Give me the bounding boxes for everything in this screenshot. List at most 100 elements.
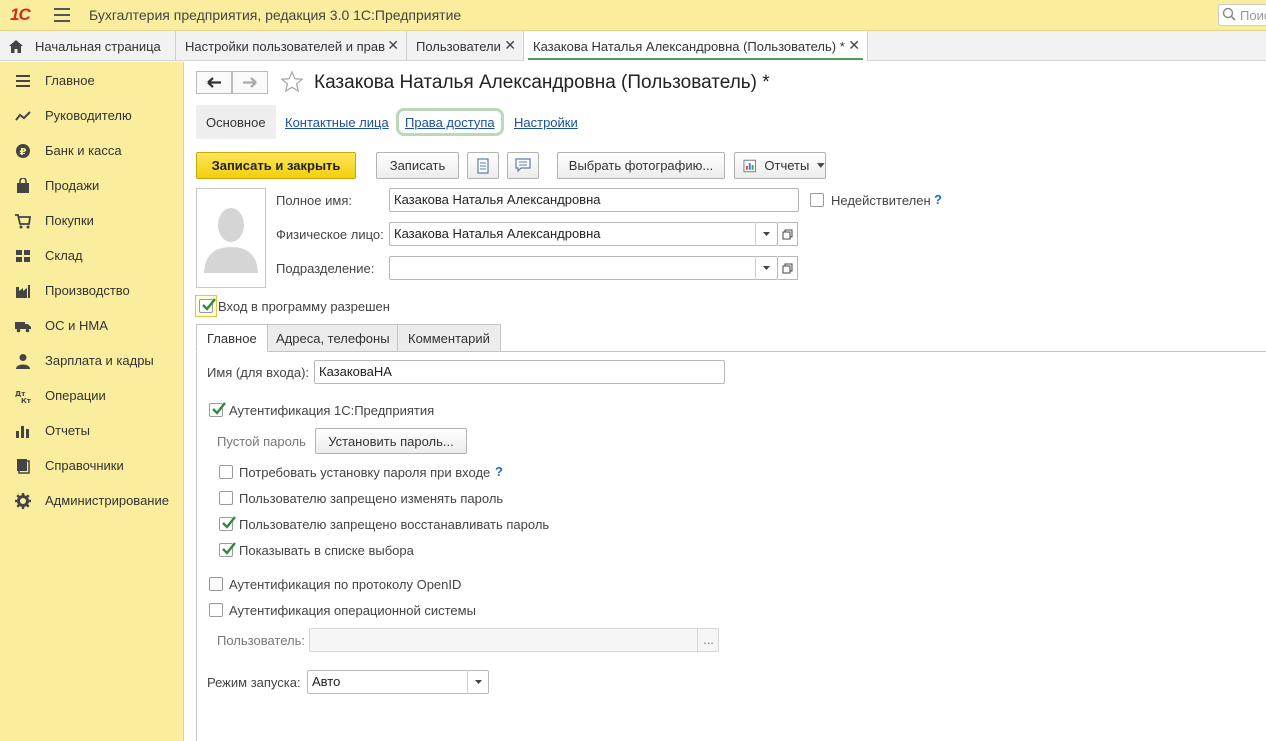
choose-photo-button[interactable]: Выбрать фотографию...: [557, 152, 725, 179]
search-placeholder: Поиск: [1240, 8, 1266, 23]
help-icon[interactable]: ?: [495, 464, 503, 479]
sidebar-item-assets[interactable]: ОС и НМА: [0, 308, 183, 343]
sidebar-item-salary[interactable]: Зарплата и кадры: [0, 343, 183, 378]
tab-contacts[interactable]: Контактные лица: [285, 105, 389, 139]
chevron-down-icon: [817, 163, 825, 168]
home-icon: [9, 39, 23, 53]
login-name-input[interactable]: КазаковаНА: [314, 360, 725, 384]
checkmark-icon: [202, 298, 216, 311]
tab-label: Пользователи: [416, 38, 501, 54]
back-button[interactable]: [196, 71, 232, 94]
close-icon[interactable]: ✕: [504, 37, 516, 54]
launch-mode-dropdown-button[interactable]: [467, 670, 489, 694]
debit-credit-icon: ДтКт: [15, 390, 31, 404]
os-user-select-button[interactable]: ...: [697, 629, 719, 653]
login-name-label: Имя (для входа):: [207, 365, 310, 380]
sidebar-item-main[interactable]: Главное: [0, 63, 183, 98]
forbid-change-checkbox[interactable]: [219, 491, 233, 505]
login-allowed-checkbox[interactable]: [199, 298, 216, 313]
favorite-star-icon[interactable]: [280, 70, 304, 94]
close-icon[interactable]: ✕: [848, 37, 860, 54]
sidebar-item-production[interactable]: Производство: [0, 273, 183, 308]
forbid-restore-checkbox[interactable]: [219, 516, 236, 531]
os-user-input[interactable]: [309, 628, 719, 652]
sidebar-item-label: Администрирование: [45, 493, 169, 508]
sidebar-item-label: Производство: [45, 283, 130, 298]
sidebar-item-manager[interactable]: Руководителю: [0, 98, 183, 133]
report-icon: [743, 159, 756, 172]
sidebar-item-label: Отчеты: [45, 423, 90, 438]
auth-1c-checkbox[interactable]: [209, 402, 226, 417]
app-title: Бухгалтерия предприятия, редакция 3.0 1С…: [89, 7, 462, 23]
department-dropdown-button[interactable]: [755, 256, 777, 280]
close-icon[interactable]: ✕: [387, 37, 399, 54]
tab-inner-comment[interactable]: Комментарий: [397, 324, 501, 352]
os-auth-checkbox[interactable]: [209, 603, 223, 617]
arrow-left-icon: [207, 77, 221, 88]
show-in-list-checkbox[interactable]: [219, 542, 236, 557]
os-user-label: Пользователь:: [217, 633, 305, 648]
department-open-button[interactable]: [778, 256, 798, 280]
launch-mode-label: Режим запуска:: [207, 675, 301, 690]
help-icon[interactable]: ?: [934, 192, 942, 207]
tab-user-settings[interactable]: Настройки пользователей и прав ✕: [176, 31, 407, 61]
invalid-checkbox[interactable]: [810, 193, 824, 207]
sidebar-item-references[interactable]: Справочники: [0, 448, 183, 483]
sidebar-item-warehouse[interactable]: Склад: [0, 238, 183, 273]
sidebar-item-sales[interactable]: Продажи: [0, 168, 183, 203]
tab-settings[interactable]: Настройки: [514, 105, 578, 139]
shopping-cart-icon: [15, 213, 31, 228]
tab-inner-addresses[interactable]: Адреса, телефоны: [265, 324, 401, 352]
sidebar-item-admin[interactable]: Администрирование: [0, 483, 183, 518]
open-window-icon: [782, 263, 793, 273]
sidebar-item-purchases[interactable]: Покупки: [0, 203, 183, 238]
sidebar-item-bank[interactable]: ₽ Банк и касса: [0, 133, 183, 168]
reports-label: Отчеты: [764, 158, 810, 173]
sidebar-item-label: Операции: [45, 388, 106, 403]
openid-checkbox[interactable]: [209, 577, 223, 591]
set-password-button[interactable]: Установить пароль...: [315, 428, 467, 454]
tab-users[interactable]: Пользователи ✕: [407, 31, 524, 61]
invalid-label: Недействителен: [831, 193, 931, 208]
comment-button[interactable]: [507, 152, 539, 179]
reports-button[interactable]: Отчеты: [734, 152, 826, 179]
save-and-close-button[interactable]: Записать и закрыть: [196, 152, 356, 179]
require-password-checkbox[interactable]: [219, 465, 233, 479]
department-label: Подразделение:: [276, 261, 375, 276]
arrow-right-icon: [243, 77, 257, 88]
sidebar-item-reports[interactable]: Отчеты: [0, 413, 183, 448]
tab-access-rights[interactable]: Права доступа: [396, 108, 504, 136]
search-input[interactable]: Поиск: [1218, 4, 1266, 26]
user-photo[interactable]: [196, 188, 266, 288]
department-input[interactable]: [389, 256, 778, 280]
ruble-coin-icon: ₽: [16, 143, 30, 158]
sidebar-item-operations[interactable]: Дт Кт Операции: [0, 378, 183, 413]
tab-divider: [196, 351, 1266, 352]
tab-home[interactable]: Начальная страница: [0, 31, 176, 61]
open-window-icon: [782, 229, 793, 239]
checkmark-icon: [222, 516, 236, 529]
truck-icon: [15, 321, 31, 332]
person-open-button[interactable]: [778, 222, 798, 246]
app-logo[interactable]: 1С: [10, 5, 31, 25]
sidebar-item-label: Склад: [45, 248, 83, 263]
svg-text:₽: ₽: [20, 147, 27, 158]
chevron-down-icon: [763, 232, 770, 236]
tab-current-user[interactable]: Казакова Наталья Александровна (Пользова…: [524, 31, 868, 61]
tab-inner-main[interactable]: Главное: [196, 324, 268, 352]
tab-main[interactable]: Основное: [196, 105, 276, 139]
chevron-down-icon: [763, 266, 770, 270]
shopping-bag-icon: [17, 177, 29, 193]
document-button[interactable]: [467, 152, 499, 179]
launch-mode-select[interactable]: Авто: [307, 670, 489, 694]
tab-label: Казакова Наталья Александровна (Пользова…: [533, 38, 845, 54]
person-dropdown-button[interactable]: [755, 222, 777, 246]
forward-button[interactable]: [232, 71, 268, 94]
save-button[interactable]: Записать: [376, 152, 459, 179]
main-menu-icon[interactable]: [54, 8, 70, 22]
trend-chart-icon: [15, 110, 31, 121]
person-input[interactable]: Казакова Наталья Александровна: [389, 222, 778, 246]
forbid-change-label: Пользователю запрещено изменять пароль: [239, 491, 504, 506]
checkmark-icon: [212, 402, 226, 415]
full-name-input[interactable]: Казакова Наталья Александровна: [389, 188, 799, 212]
